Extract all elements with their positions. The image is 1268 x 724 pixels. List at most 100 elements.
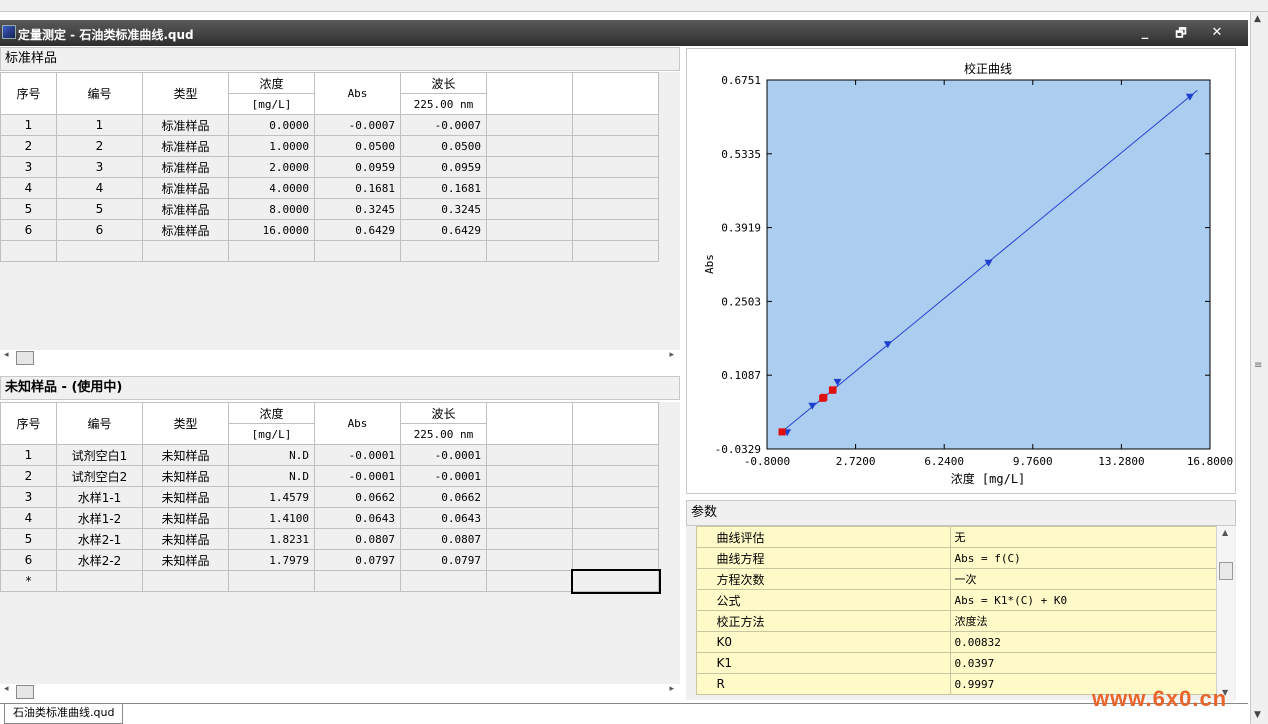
cell-empty[interactable] xyxy=(486,549,573,571)
cell-type[interactable]: 标准样品 xyxy=(142,198,229,220)
cell-index[interactable]: 3 xyxy=(0,486,57,508)
cell-empty[interactable] xyxy=(486,528,573,550)
scroll-thumb[interactable] xyxy=(16,351,34,365)
cell-type[interactable]: 未知样品 xyxy=(142,486,229,508)
cell-empty[interactable] xyxy=(572,135,659,157)
cell-concentration[interactable]: 16.0000 xyxy=(228,219,315,241)
table-row[interactable]: 5 水样2-1 未知样品 1.8231 0.0807 0.0807 xyxy=(0,528,659,550)
cell-type[interactable]: 未知样品 xyxy=(142,465,229,487)
parameters-table[interactable]: 曲线评估无曲线方程 Abs = f(C) 方程次数 一次 公式 Abs = K1*(C) … xyxy=(686,526,1217,695)
cell-id[interactable]: 3 xyxy=(56,156,143,178)
param-row[interactable]: 公式 Abs = K1*(C) + K0 xyxy=(686,589,1217,611)
param-value[interactable]: Abs = f(C) xyxy=(949,547,1217,569)
cell-abs[interactable]: 0.0500 xyxy=(314,135,401,157)
document-tab[interactable]: 石油类标准曲线.qud xyxy=(4,704,124,724)
cell-index[interactable]: 2 xyxy=(0,135,57,157)
cell-empty[interactable] xyxy=(572,198,659,220)
cell-index[interactable]: 2 xyxy=(0,465,57,487)
cell-wavelength-abs[interactable]: 0.0797 xyxy=(400,549,487,571)
cell-empty[interactable] xyxy=(486,198,573,220)
col-header-concentration[interactable]: 浓度 xyxy=(228,72,315,94)
cell-empty[interactable] xyxy=(572,114,659,136)
cell-concentration[interactable]: 1.4100 xyxy=(228,507,315,529)
outer-vertical-scrollbar[interactable]: ▲ ≡ ▼ xyxy=(1250,12,1268,724)
cell-abs[interactable]: -0.0007 xyxy=(314,114,401,136)
param-value[interactable]: 一次 xyxy=(949,568,1217,590)
cell-index[interactable]: 5 xyxy=(0,198,57,220)
cell-id[interactable]: 水样1-1 xyxy=(56,486,143,508)
table-row[interactable]: 5 5 标准样品 8.0000 0.3245 0.3245 xyxy=(0,198,659,220)
cell-concentration[interactable]: 0.0000 xyxy=(228,114,315,136)
scroll-thumb[interactable] xyxy=(16,685,34,699)
param-row[interactable]: K1 0.0397 xyxy=(686,652,1217,674)
cell-empty[interactable] xyxy=(228,240,315,262)
cell-type[interactable]: 未知样品 xyxy=(142,444,229,466)
cell-empty[interactable] xyxy=(572,177,659,199)
standard-samples-table[interactable]: 序号 编号 类型 浓度 Abs 波长 [mg/L] 225.00 nm 1 1 标准… xyxy=(0,72,659,262)
cell-wavelength-abs[interactable]: 0.1681 xyxy=(400,177,487,199)
cell-abs[interactable]: 0.0807 xyxy=(314,528,401,550)
cell-abs[interactable]: 0.1681 xyxy=(314,177,401,199)
scroll-up-arrow-icon[interactable]: ▲ xyxy=(1222,528,1228,537)
col-header-type[interactable]: 类型 xyxy=(142,402,229,445)
scroll-right-arrow-icon[interactable]: ▸ xyxy=(669,350,674,360)
scroll-thumb[interactable] xyxy=(1219,562,1233,580)
cell-empty[interactable] xyxy=(486,507,573,529)
cell-concentration[interactable]: 1.7979 xyxy=(228,549,315,571)
cell-wavelength-abs[interactable]: 0.3245 xyxy=(400,198,487,220)
cell-id[interactable]: 水样2-1 xyxy=(56,528,143,550)
cell-empty[interactable] xyxy=(56,570,143,592)
table-row[interactable]: 6 6 标准样品 16.0000 0.6429 0.6429 xyxy=(0,219,659,241)
cell-abs[interactable]: 0.0662 xyxy=(314,486,401,508)
table-row[interactable]: 3 水样1-1 未知样品 1.4579 0.0662 0.0662 xyxy=(0,486,659,508)
scroll-right-arrow-icon[interactable]: ▸ xyxy=(669,684,674,694)
cell-index[interactable]: 1 xyxy=(0,444,57,466)
unknown-samples-table[interactable]: 序号 编号 类型 浓度 Abs 波长 [mg/L] 225.00 nm 1 试剂空… xyxy=(0,402,661,594)
cell-type[interactable]: 未知样品 xyxy=(142,549,229,571)
cell-empty[interactable] xyxy=(572,465,659,487)
col-header-abs[interactable]: Abs xyxy=(314,402,401,445)
cell-abs[interactable]: 0.0959 xyxy=(314,156,401,178)
new-row-marker[interactable]: * xyxy=(0,570,57,592)
col-header-id[interactable]: 编号 xyxy=(56,402,143,445)
cell-id[interactable]: 1 xyxy=(56,114,143,136)
cell-concentration[interactable]: 1.8231 xyxy=(228,528,315,550)
col-header-wavelength[interactable]: 波长 xyxy=(400,72,487,94)
cell-empty[interactable] xyxy=(314,240,401,262)
cell-empty[interactable] xyxy=(314,570,401,592)
col-header-concentration[interactable]: 浓度 xyxy=(228,402,315,424)
table-row-new[interactable]: * xyxy=(0,568,661,594)
cell-empty[interactable] xyxy=(486,135,573,157)
param-row[interactable]: 曲线评估无 xyxy=(686,526,1217,548)
cell-empty[interactable] xyxy=(572,549,659,571)
param-row[interactable]: 校正方法 浓度法 xyxy=(686,610,1217,632)
cell-id[interactable]: 水样2-2 xyxy=(56,549,143,571)
restore-button[interactable]: 🗗 xyxy=(1170,22,1192,44)
param-row[interactable]: 方程次数 一次 xyxy=(686,568,1217,590)
cell-type[interactable]: 标准样品 xyxy=(142,135,229,157)
cell-empty[interactable] xyxy=(572,240,659,262)
cell-abs[interactable]: 0.3245 xyxy=(314,198,401,220)
cell-type[interactable]: 标准样品 xyxy=(142,177,229,199)
table-row[interactable]: 4 4 标准样品 4.0000 0.1681 0.1681 xyxy=(0,177,659,199)
col-header-abs[interactable]: Abs xyxy=(314,72,401,115)
cell-concentration[interactable]: N.D xyxy=(228,444,315,466)
cell-id[interactable]: 4 xyxy=(56,177,143,199)
cell-id[interactable]: 水样1-2 xyxy=(56,507,143,529)
cell-index[interactable]: 1 xyxy=(0,114,57,136)
table-row[interactable]: 2 试剂空白2 未知样品 N.D -0.0001 -0.0001 xyxy=(0,465,659,487)
cell-id[interactable]: 试剂空白1 xyxy=(56,444,143,466)
cell-empty[interactable] xyxy=(572,507,659,529)
close-button[interactable]: ✕ xyxy=(1206,22,1228,44)
standard-samples-grid[interactable]: 序号 编号 类型 浓度 Abs 波长 [mg/L] 225.00 nm 1 1 标准… xyxy=(0,72,680,350)
cell-empty[interactable] xyxy=(572,486,659,508)
scroll-grip-icon[interactable]: ≡ xyxy=(1254,360,1262,371)
parameters-vscrollbar[interactable]: ▲ ▼ xyxy=(1216,526,1234,702)
cell-wavelength-abs[interactable]: -0.0007 xyxy=(400,114,487,136)
new-row-marker[interactable] xyxy=(0,240,57,262)
col-header-type[interactable]: 类型 xyxy=(142,72,229,115)
col-header-wavelength[interactable]: 波长 xyxy=(400,402,487,424)
cell-concentration[interactable]: N.D xyxy=(228,465,315,487)
cell-empty[interactable] xyxy=(486,570,573,592)
scroll-down-arrow-icon[interactable]: ▼ xyxy=(1254,710,1261,720)
